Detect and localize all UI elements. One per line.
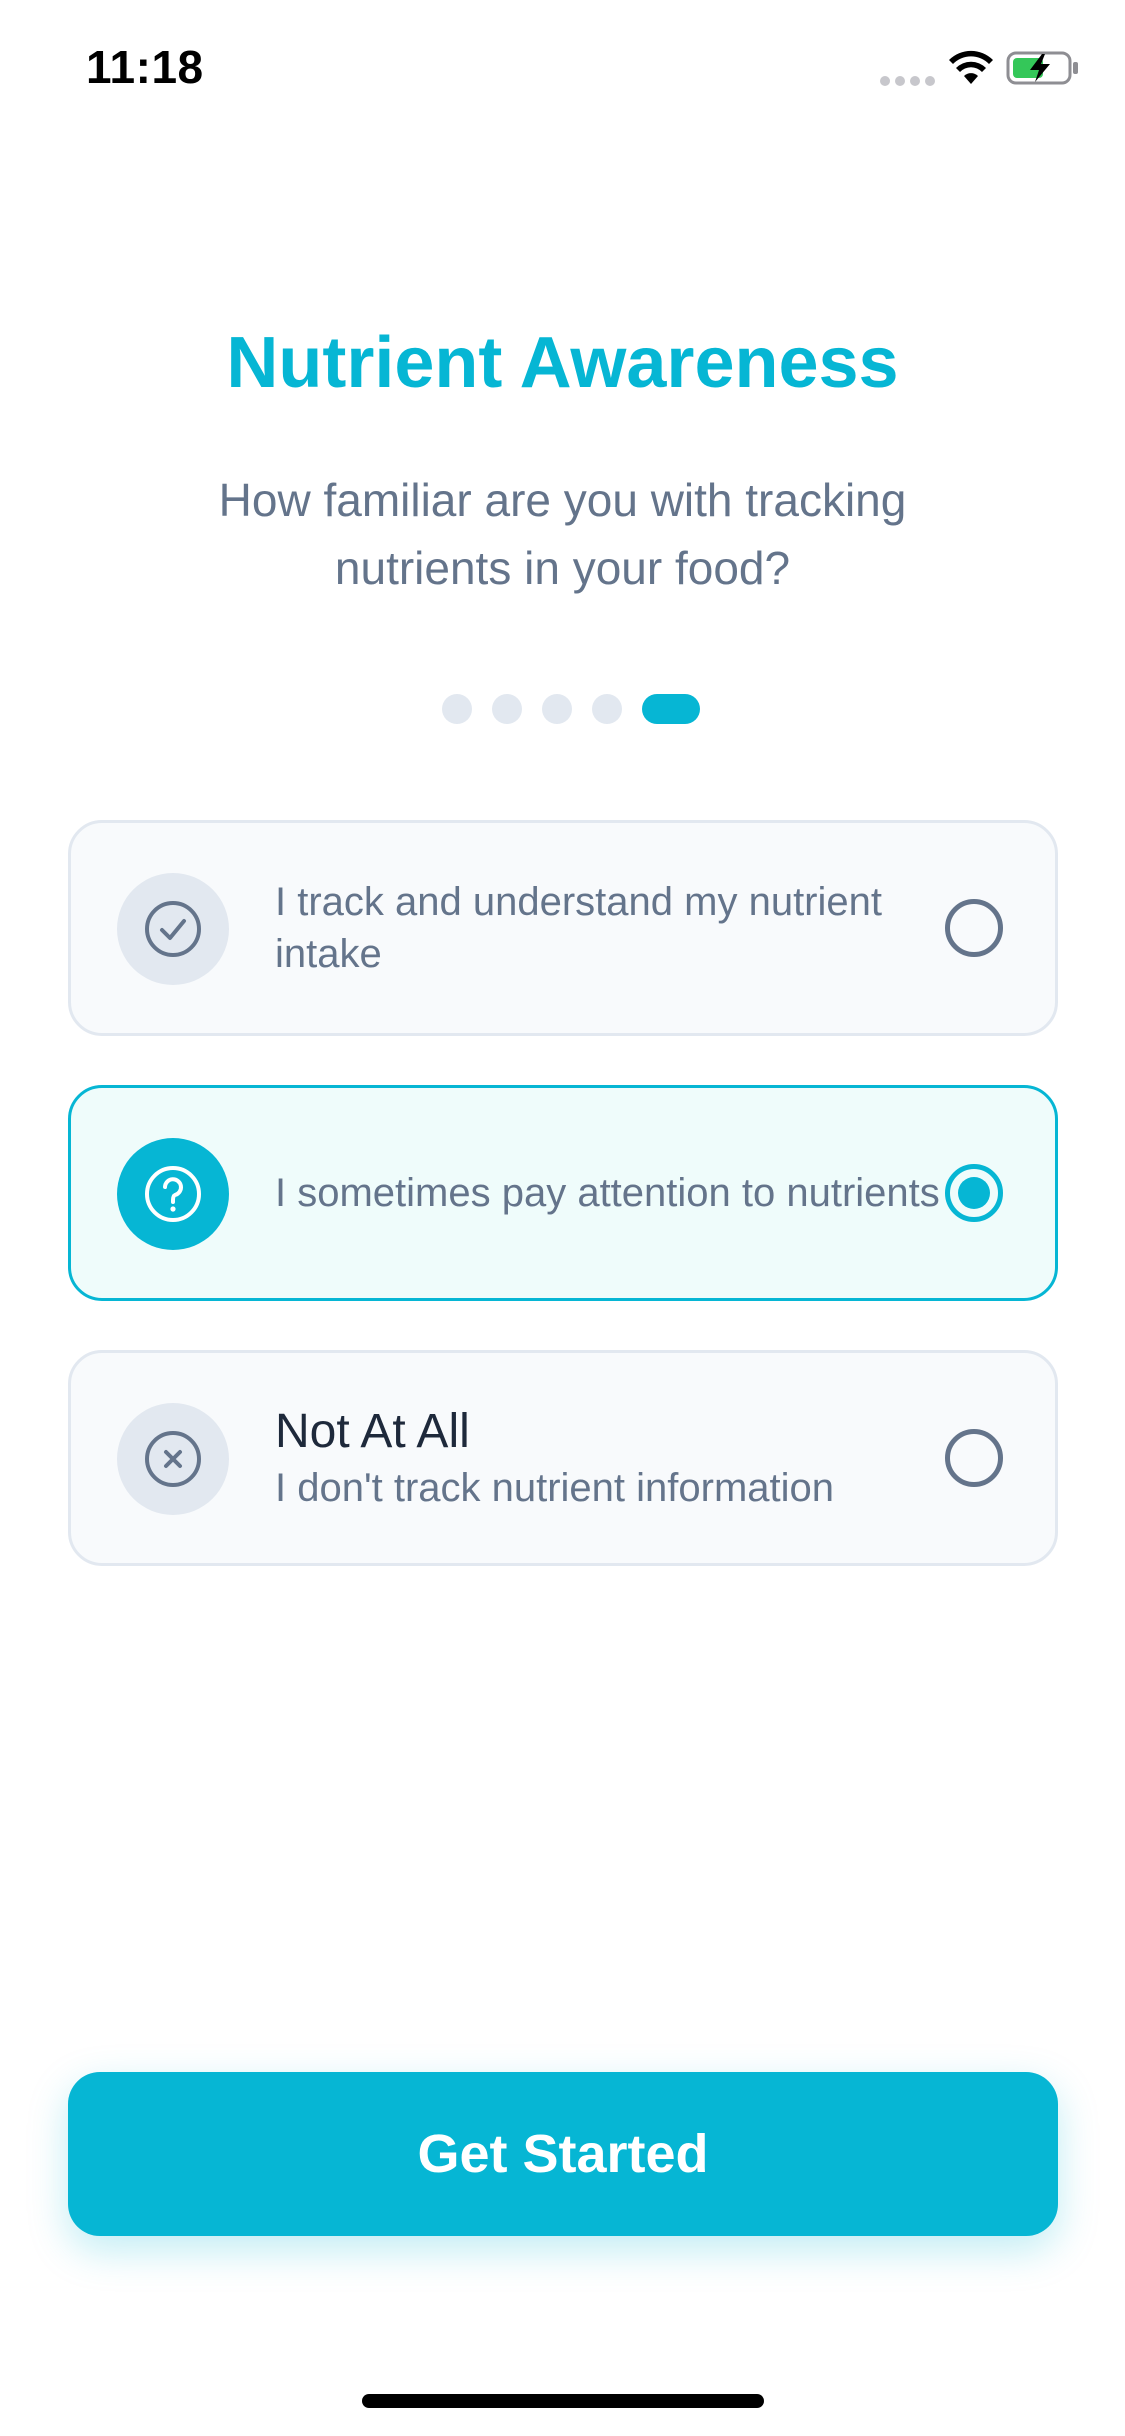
step-dot-3 <box>541 694 572 724</box>
status-time: 11:18 <box>86 41 204 93</box>
step-dot-2 <box>491 694 522 724</box>
wifi-icon <box>949 50 993 84</box>
option-label: I sometimes pay attention to nutrients <box>275 1171 940 1215</box>
x-icon <box>145 1431 201 1487</box>
option-track-and-understand[interactable]: I track and understand my nutrient intak… <box>68 820 1058 1036</box>
step-indicator <box>0 694 1125 724</box>
check-icon <box>145 901 201 957</box>
get-started-button[interactable]: Get Started <box>68 2072 1058 2236</box>
option-subtitle: I don't track nutrient information <box>275 1466 835 1510</box>
page-subtitle: How familiar are you with tracking nutri… <box>218 474 907 594</box>
radio-button[interactable] <box>945 899 1003 957</box>
option-sometimes-pay-attention[interactable]: I sometimes pay attention to nutrients <box>68 1085 1058 1301</box>
home-indicator[interactable] <box>362 2394 764 2408</box>
page-title: Nutrient Awareness <box>226 323 899 403</box>
step-dot-1 <box>441 694 472 724</box>
option-title: Not At All <box>275 1405 470 1458</box>
option-label: I track and understand my nutrient intak… <box>275 880 882 976</box>
option-icon-badge <box>117 873 229 985</box>
battery-charging-icon <box>1006 51 1078 85</box>
step-dot-4 <box>591 694 622 724</box>
option-icon-badge <box>117 1403 229 1515</box>
cellular-signal-icon <box>880 76 936 86</box>
radio-button-selected[interactable] <box>945 1164 1003 1222</box>
question-icon <box>145 1166 201 1222</box>
option-not-at-all[interactable]: Not At All I don't track nutrient inform… <box>68 1350 1058 1566</box>
status-bar: 11:18 <box>0 0 1125 132</box>
option-icon-badge <box>117 1138 229 1250</box>
radio-selected-dot <box>958 1177 990 1209</box>
step-dot-5-active <box>641 694 700 724</box>
radio-button[interactable] <box>945 1429 1003 1487</box>
